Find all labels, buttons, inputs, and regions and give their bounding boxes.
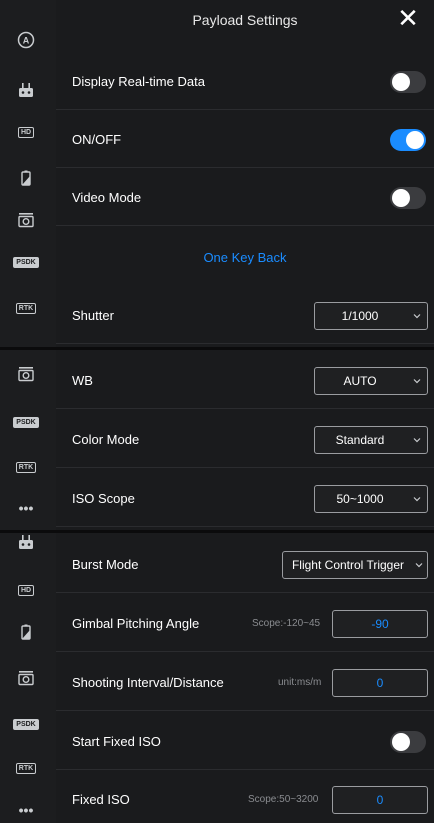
select-value: AUTO	[343, 374, 377, 388]
rtk-icon[interactable]: RTK	[14, 296, 38, 320]
wb-select[interactable]: AUTO	[314, 367, 428, 395]
select-value: 50~1000	[336, 492, 384, 506]
setting-label: Video Mode	[72, 190, 142, 205]
psdk-icon[interactable]: PSDK	[13, 410, 39, 434]
iso-scope-select[interactable]: 50~1000	[314, 485, 428, 513]
rtk-icon[interactable]: RTK	[14, 756, 38, 780]
setting-label: Color Mode	[72, 432, 140, 447]
psdk-icon[interactable]: PSDK	[13, 712, 39, 736]
select-value: 1/1000	[341, 309, 379, 323]
chevron-down-icon	[415, 563, 423, 568]
camera-icon[interactable]	[14, 666, 38, 690]
toggle-knob	[406, 131, 424, 149]
burst-mode-select[interactable]: Flight Control Trigger	[282, 551, 428, 579]
hd-icon[interactable]: HD	[14, 578, 38, 602]
more-icon[interactable]: •••	[14, 496, 38, 520]
setting-label: Display Real-time Data	[72, 74, 205, 89]
setting-label: WB	[72, 373, 93, 388]
close-icon[interactable]: ✕	[396, 5, 420, 31]
setting-row-one-key-back	[56, 230, 434, 286]
toggle-knob	[392, 189, 410, 207]
start-fixed-iso-toggle[interactable]	[390, 731, 426, 753]
setting-row-fixed-iso: Fixed ISO Scope:50~3200 0	[56, 772, 434, 823]
select-value: Flight Control Trigger	[291, 558, 405, 572]
battery-icon[interactable]	[14, 620, 38, 644]
rtk-icon[interactable]: RTK	[14, 455, 38, 479]
battery-icon[interactable]	[14, 166, 38, 190]
setting-row-color-mode: Color Mode Standard	[56, 412, 434, 468]
setting-row-interval: Shooting Interval/Distance unit:ms/m 0	[56, 655, 434, 711]
segment-divider	[0, 530, 434, 533]
setting-hint: Scope:50~3200	[248, 794, 319, 805]
setting-row-iso-scope: ISO Scope 50~1000	[56, 471, 434, 527]
chevron-down-icon	[413, 379, 421, 384]
remote-controller-icon[interactable]	[14, 78, 38, 102]
shutter-select[interactable]: 1/1000	[314, 302, 428, 330]
setting-label: Burst Mode	[72, 557, 139, 572]
video-mode-toggle[interactable]	[390, 187, 426, 209]
svg-text:A: A	[23, 36, 30, 46]
sidebar: A HD PSDK RTK PSDK RTK ••• HD PSDK RTK •…	[0, 0, 56, 823]
display-realtime-toggle[interactable]	[390, 71, 426, 93]
chevron-down-icon	[413, 438, 421, 443]
setting-row-burst-mode: Burst Mode Flight Control Trigger	[56, 537, 434, 593]
chevron-down-icon	[413, 314, 421, 319]
setting-label: ON/OFF	[72, 132, 122, 147]
setting-row-shutter: Shutter 1/1000	[56, 288, 434, 344]
setting-row-video-mode: Video Mode	[56, 170, 434, 226]
toggle-knob	[392, 733, 410, 751]
segment-divider	[0, 347, 434, 350]
remote-controller-icon[interactable]	[14, 530, 38, 554]
setting-row-on-off: ON/OFF	[56, 112, 434, 168]
on-off-toggle[interactable]	[390, 129, 426, 151]
color-mode-select[interactable]: Standard	[314, 426, 428, 454]
setting-row-display-realtime: Display Real-time Data	[56, 54, 434, 110]
setting-row-start-fixed-iso: Start Fixed ISO	[56, 714, 434, 770]
page-title: Payload Settings	[192, 12, 298, 28]
setting-label: Shooting Interval/Distance	[72, 675, 224, 690]
chevron-down-icon	[413, 497, 421, 502]
toggle-knob	[392, 73, 410, 91]
setting-label: Fixed ISO	[72, 792, 130, 807]
setting-hint: Scope:-120~45	[252, 618, 321, 629]
setting-label: Start Fixed ISO	[72, 734, 161, 749]
setting-hint: unit:ms/m	[278, 677, 322, 688]
payload-settings-screen: A HD PSDK RTK PSDK RTK ••• HD PSDK RTK •…	[0, 0, 434, 823]
psdk-icon[interactable]: PSDK	[13, 250, 39, 274]
interval-input[interactable]: 0	[332, 669, 428, 697]
select-value: Standard	[335, 433, 385, 447]
autopilot-icon[interactable]: A	[14, 28, 38, 52]
more-icon[interactable]: •••	[14, 798, 38, 822]
setting-label: ISO Scope	[72, 491, 135, 506]
camera-icon[interactable]	[14, 362, 38, 386]
fixed-iso-input[interactable]: 0	[332, 786, 428, 814]
setting-label: Gimbal Pitching Angle	[72, 616, 200, 631]
setting-row-gimbal-pitch: Gimbal Pitching Angle Scope:-120~45 -90	[56, 596, 434, 652]
hd-icon[interactable]: HD	[14, 120, 38, 144]
gimbal-pitch-input[interactable]: -90	[332, 610, 428, 638]
camera-icon[interactable]	[14, 208, 38, 232]
setting-row-wb: WB AUTO	[56, 353, 434, 409]
setting-label: Shutter	[72, 308, 114, 323]
